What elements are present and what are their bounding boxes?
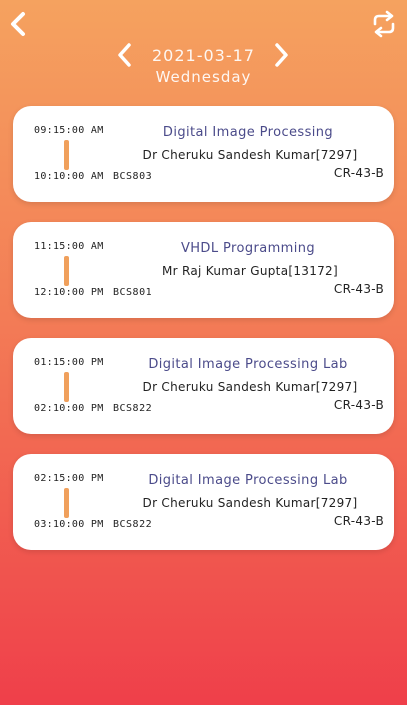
start-time: 01:15:00 PM (34, 357, 104, 368)
course-code: BCS803 (113, 171, 153, 182)
room-number: CR-43-B (333, 514, 384, 528)
subject-name: Digital Image Processing (162, 125, 334, 140)
current-day: Wednesday (155, 68, 252, 86)
time-bar (64, 372, 69, 402)
room-number: CR-43-B (333, 282, 384, 296)
start-time: 11:15:00 AM (34, 241, 104, 252)
room-number: CR-43-B (333, 398, 384, 412)
teacher-name: Dr Cheruku Sandesh Kumar[7297] (142, 496, 358, 510)
end-time: 02:10:00 PM (34, 403, 104, 414)
top-bar: 2021-03-17 Wednesday (0, 0, 407, 100)
current-date: 2021-03-17 (152, 46, 255, 65)
time-bar (64, 488, 69, 518)
refresh-button[interactable] (369, 10, 399, 38)
next-day-button[interactable] (270, 42, 292, 68)
course-code: BCS822 (113, 519, 153, 530)
end-time: 10:10:00 AM (34, 171, 104, 182)
course-code: BCS801 (113, 287, 153, 298)
start-time: 09:15:00 AM (34, 125, 104, 136)
end-time: 03:10:00 PM (34, 519, 104, 530)
teacher-name: Mr Raj Kumar Gupta[13172] (162, 264, 338, 278)
chevron-right-icon (275, 43, 288, 67)
end-time: 12:10:00 PM (34, 287, 104, 298)
start-time: 02:15:00 PM (34, 473, 104, 484)
teacher-name: Dr Cheruku Sandesh Kumar[7297] (142, 380, 358, 394)
room-number: CR-43-B (333, 166, 384, 180)
back-button[interactable] (6, 10, 32, 38)
refresh-icon (373, 10, 395, 38)
subject-name: VHDL Programming (180, 241, 316, 256)
class-card[interactable]: 09:15:00 AM 10:10:00 AM BCS803 Digital I… (13, 106, 394, 202)
time-bar (64, 140, 69, 170)
course-code: BCS822 (113, 403, 153, 414)
subject-name: Digital Image Processing Lab (148, 473, 348, 488)
subject-name: Digital Image Processing Lab (148, 357, 348, 372)
class-list: 09:15:00 AM 10:10:00 AM BCS803 Digital I… (13, 106, 394, 570)
date-navigator: 2021-03-17 Wednesday (0, 40, 407, 90)
chevron-left-icon (11, 12, 25, 36)
class-card[interactable]: 02:15:00 PM 03:10:00 PM BCS822 Digital I… (13, 454, 394, 550)
teacher-name: Dr Cheruku Sandesh Kumar[7297] (142, 148, 358, 162)
class-card[interactable]: 11:15:00 AM 12:10:00 PM BCS801 VHDL Prog… (13, 222, 394, 318)
time-bar (64, 256, 69, 286)
class-card[interactable]: 01:15:00 PM 02:10:00 PM BCS822 Digital I… (13, 338, 394, 434)
